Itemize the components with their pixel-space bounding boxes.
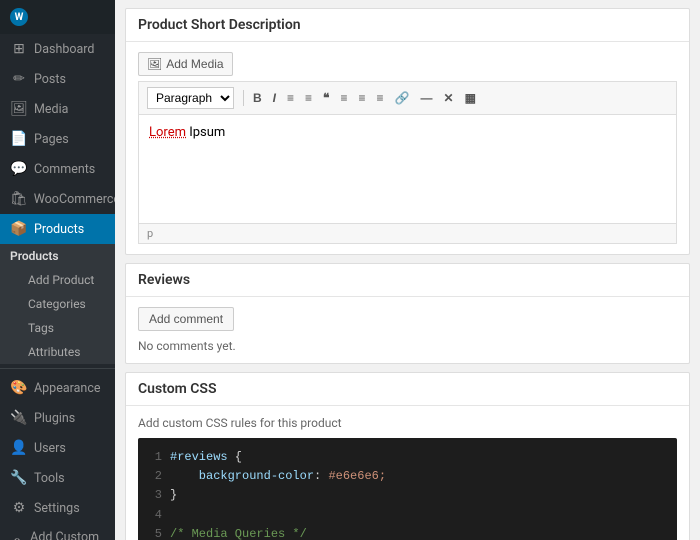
code-line: 3} bbox=[148, 486, 667, 505]
code-content: /* Media Queries */ bbox=[170, 525, 307, 540]
code-line: 4 bbox=[148, 506, 667, 525]
wp-logo-icon: W bbox=[10, 8, 28, 26]
sidebar-item-attributes[interactable]: Attributes bbox=[0, 340, 115, 364]
wp-logo-area[interactable]: W bbox=[0, 0, 115, 34]
comments-icon: 💬 bbox=[10, 161, 28, 177]
no-comments-text: No comments yet. bbox=[138, 339, 677, 353]
sidebar-item-posts[interactable]: ✏ Posts bbox=[0, 64, 115, 94]
sidebar-item-tags[interactable]: Tags bbox=[0, 316, 115, 340]
ipsum-text: Ipsum bbox=[186, 125, 225, 140]
link-button[interactable]: 🔗 bbox=[391, 89, 414, 107]
sidebar-item-products[interactable]: 📦 Products bbox=[0, 214, 115, 244]
italic-button[interactable]: I bbox=[269, 89, 280, 107]
sidebar: W ⊞ Dashboard ✏ Posts 🖼 Media 📄 Pages 💬 … bbox=[0, 0, 115, 540]
editor-text: Lorem Ipsum bbox=[149, 125, 666, 140]
submenu-header: Products bbox=[0, 244, 115, 268]
code-line: 1 #reviews { bbox=[148, 448, 667, 467]
line-number: 3 bbox=[148, 486, 162, 505]
align-center-button[interactable]: ≡ bbox=[355, 89, 370, 107]
sidebar-item-dashboard[interactable]: ⊞ Dashboard bbox=[0, 34, 115, 64]
sidebar-item-tools[interactable]: 🔧 Tools bbox=[0, 463, 115, 493]
code-content: #reviews { bbox=[170, 448, 242, 467]
sidebar-item-pages[interactable]: 📄 Pages bbox=[0, 124, 115, 154]
ordered-list-button[interactable]: ≡ bbox=[301, 89, 316, 107]
reviews-panel: Reviews Add comment No comments yet. bbox=[125, 263, 690, 364]
line-number: 4 bbox=[148, 506, 162, 525]
sidebar-item-comments[interactable]: 💬 Comments bbox=[0, 154, 115, 184]
add-comment-button[interactable]: Add comment bbox=[138, 307, 234, 331]
sidebar-item-appearance[interactable]: 🎨 Appearance bbox=[0, 373, 115, 403]
posts-icon: ✏ bbox=[10, 71, 28, 87]
code-editor[interactable]: 1#reviews {2 background-color: #e6e6e6;3… bbox=[138, 438, 677, 540]
product-short-description-panel: Product Short Description 🖼 Add Media Pa… bbox=[125, 8, 690, 255]
align-right-button[interactable]: ≡ bbox=[373, 89, 388, 107]
code-line: 2 background-color: #e6e6e6; bbox=[148, 467, 667, 486]
custom-css-title: Custom CSS bbox=[126, 373, 689, 406]
blockquote-button[interactable]: ❝ bbox=[319, 89, 333, 107]
code-content: background-color: #e6e6e6; bbox=[170, 467, 386, 486]
horizontal-rule-button[interactable]: — bbox=[417, 89, 437, 107]
align-left-button[interactable]: ≡ bbox=[337, 89, 352, 107]
tools-icon: 🔧 bbox=[10, 470, 28, 486]
sidebar-item-users[interactable]: 👤 Users bbox=[0, 433, 115, 463]
plugins-icon: 🔌 bbox=[10, 410, 28, 426]
media-icon: 🖼 bbox=[10, 101, 28, 117]
products-icon: 📦 bbox=[10, 221, 28, 237]
unordered-list-button[interactable]: ≡ bbox=[283, 89, 298, 107]
short-description-body: 🖼 Add Media Paragraph B I ≡ ≡ ❝ ≡ ≡ ≡ 🔗 … bbox=[126, 42, 689, 254]
reviews-body: Add comment No comments yet. bbox=[126, 297, 689, 363]
dashboard-icon: ⊞ bbox=[10, 41, 28, 57]
line-number: 5 bbox=[148, 525, 162, 540]
toolbar-sep-1 bbox=[243, 90, 244, 106]
bold-button[interactable]: B bbox=[249, 89, 266, 107]
code-line: 5 /* Media Queries */ bbox=[148, 525, 667, 540]
short-description-title: Product Short Description bbox=[126, 9, 689, 42]
editor-footer: p bbox=[138, 224, 677, 244]
sidebar-item-woocommerce[interactable]: 🛍 WooCommerce bbox=[0, 184, 115, 214]
editor-toolbar: Paragraph B I ≡ ≡ ❝ ≡ ≡ ≡ 🔗 — ✕ ▦ bbox=[138, 81, 677, 114]
editor-content-area[interactable]: Lorem Ipsum bbox=[138, 114, 677, 224]
sidebar-item-plugins[interactable]: 🔌 Plugins bbox=[0, 403, 115, 433]
appearance-icon: 🎨 bbox=[10, 380, 28, 396]
woocommerce-icon: 🛍 bbox=[10, 191, 28, 207]
code-content: } bbox=[170, 486, 177, 505]
sidebar-item-categories[interactable]: Categories bbox=[0, 292, 115, 316]
custom-css-description: Add custom CSS rules for this product bbox=[138, 416, 677, 430]
sidebar-item-media[interactable]: 🖼 Media bbox=[0, 94, 115, 124]
main-content: Product Short Description 🖼 Add Media Pa… bbox=[115, 0, 700, 540]
sidebar-divider-1 bbox=[0, 368, 115, 369]
reviews-title: Reviews bbox=[126, 264, 689, 297]
sidebar-item-add-custom-css[interactable]: {} Add Custom CSS bbox=[0, 523, 115, 540]
remove-format-button[interactable]: ✕ bbox=[440, 89, 458, 107]
line-number: 2 bbox=[148, 467, 162, 486]
pages-icon: 📄 bbox=[10, 131, 28, 147]
lorem-text: Lorem bbox=[149, 125, 186, 140]
custom-css-panel: Custom CSS Add custom CSS rules for this… bbox=[125, 372, 690, 540]
line-number: 1 bbox=[148, 448, 162, 467]
settings-icon: ⚙ bbox=[10, 500, 28, 516]
sidebar-item-settings[interactable]: ⚙ Settings bbox=[0, 493, 115, 523]
products-submenu: Products Add Product Categories Tags Att… bbox=[0, 244, 115, 364]
custom-css-body: Add custom CSS rules for this product 1 #… bbox=[126, 406, 689, 540]
users-icon: 👤 bbox=[10, 440, 28, 456]
add-media-icon: 🖼 bbox=[147, 57, 162, 71]
sidebar-item-add-product[interactable]: Add Product bbox=[0, 268, 115, 292]
add-media-button[interactable]: 🖼 Add Media bbox=[138, 52, 233, 76]
table-button[interactable]: ▦ bbox=[461, 89, 480, 107]
paragraph-select[interactable]: Paragraph bbox=[147, 87, 234, 109]
